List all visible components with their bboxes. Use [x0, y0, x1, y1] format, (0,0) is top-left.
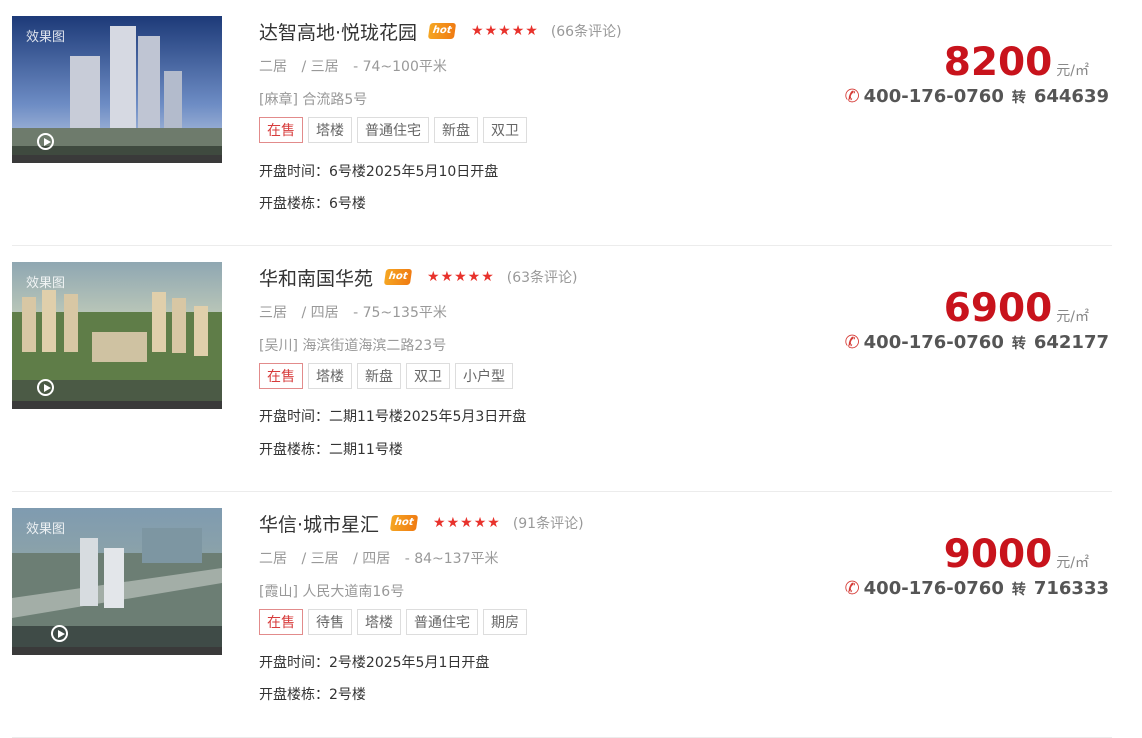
listing-card: 效果图 华和南国华苑 hot ★★★★★ (63条评论) 三居 / 四居 - 7… — [0, 246, 1142, 492]
address[interactable]: [吴川] 海滨街道海滨二路23号 — [259, 335, 446, 355]
phone-icon: ✆ — [844, 86, 860, 107]
review-count-link[interactable]: (63条评论) — [507, 267, 578, 287]
price-unit: 元/㎡ — [1056, 555, 1089, 571]
tag: 双卫 — [406, 363, 450, 389]
price-value: 6900 — [943, 286, 1053, 331]
tag-list: 在售 塔楼 普通住宅 新盘 双卫 — [259, 117, 527, 143]
listing-card: 效果图 华信·城市星汇 hot ★★★★★ (91条评论) 二居 / 三居 / … — [0, 492, 1142, 738]
tag: 普通住宅 — [357, 117, 429, 143]
image-watermark: 效果图 — [26, 30, 66, 45]
play-icon[interactable] — [37, 133, 54, 150]
phone-transfer-label: 转 — [1011, 89, 1026, 106]
phone-extension: 642177 — [1033, 332, 1109, 353]
tag: 新盘 — [434, 117, 478, 143]
tag: 普通住宅 — [406, 609, 478, 635]
title-row: 达智高地·悦珑花园 hot ★★★★★ (66条评论) — [259, 18, 622, 44]
listing-card: 效果图 达智高地·悦珑花园 hot ★★★★★ (66条评论) 二居 / 三居 … — [0, 0, 1142, 246]
phone-icon: ✆ — [844, 332, 860, 353]
tag: 塔楼 — [308, 363, 352, 389]
room-type[interactable]: / 四居 — [301, 305, 338, 321]
tag-on-sale: 在售 — [259, 363, 303, 389]
play-icon[interactable] — [37, 379, 54, 396]
listing-title[interactable]: 华信·城市星汇 — [259, 510, 379, 537]
listing-title[interactable]: 达智高地·悦珑花园 — [259, 18, 417, 45]
room-type[interactable]: 三居 — [259, 305, 287, 321]
tag: 待售 — [308, 609, 352, 635]
price-unit: 元/㎡ — [1056, 63, 1089, 79]
tag: 双卫 — [483, 117, 527, 143]
listing-thumbnail[interactable]: 效果图 — [12, 508, 222, 655]
tag-on-sale: 在售 — [259, 117, 303, 143]
address[interactable]: [麻章] 合流路5号 — [259, 89, 367, 109]
room-type[interactable]: 二居 — [259, 59, 287, 75]
tag: 新盘 — [357, 363, 401, 389]
tag: 塔楼 — [308, 117, 352, 143]
rating-stars: ★★★★★ — [433, 515, 501, 531]
phone-contact[interactable]: ✆ 400-176-0760 转 642177 — [845, 332, 1109, 353]
phone-contact[interactable]: ✆ 400-176-0760 转 716333 — [845, 578, 1109, 599]
thumbnail-bar — [12, 647, 222, 655]
tag: 期房 — [483, 609, 527, 635]
price-value: 9000 — [943, 532, 1053, 577]
phone-extension: 644639 — [1033, 86, 1109, 107]
open-building: 开盘楼栋：2号楼 — [259, 687, 366, 703]
area-range: - 75~135平米 — [353, 305, 447, 321]
price: 9000 元/㎡ — [944, 532, 1089, 577]
price: 6900 元/㎡ — [944, 286, 1089, 331]
play-icon[interactable] — [51, 625, 68, 642]
price-value: 8200 — [943, 40, 1053, 85]
hot-badge: hot — [427, 23, 457, 39]
tag-list: 在售 塔楼 新盘 双卫 小户型 — [259, 363, 513, 389]
title-row: 华信·城市星汇 hot ★★★★★ (91条评论) — [259, 510, 584, 536]
hot-badge: hot — [389, 515, 419, 531]
area-range: - 74~100平米 — [353, 59, 447, 75]
room-specs: 三居 / 四居 - 75~135平米 — [259, 302, 457, 322]
phone-icon: ✆ — [844, 578, 860, 599]
thumbnail-bar — [12, 155, 222, 163]
price-unit: 元/㎡ — [1056, 309, 1089, 325]
tag-list: 在售 待售 塔楼 普通住宅 期房 — [259, 609, 527, 635]
tag-on-sale: 在售 — [259, 609, 303, 635]
image-watermark: 效果图 — [26, 522, 66, 537]
open-time: 开盘时间：二期11号楼2025年5月3日开盘 — [259, 409, 527, 425]
tag: 塔楼 — [357, 609, 401, 635]
image-watermark: 效果图 — [26, 276, 66, 291]
review-count-link[interactable]: (91条评论) — [513, 513, 584, 533]
price: 8200 元/㎡ — [944, 40, 1089, 85]
room-type[interactable]: / 三居 — [301, 59, 338, 75]
tag: 小户型 — [455, 363, 513, 389]
open-building: 开盘楼栋：6号楼 — [259, 196, 366, 212]
phone-transfer-label: 转 — [1011, 335, 1026, 352]
thumbnail-bar — [12, 401, 222, 409]
room-type[interactable]: / 三居 — [301, 551, 338, 567]
room-specs: 二居 / 三居 - 74~100平米 — [259, 56, 457, 76]
phone-transfer-label: 转 — [1011, 581, 1026, 598]
title-row: 华和南国华苑 hot ★★★★★ (63条评论) — [259, 264, 578, 290]
phone-number: 400-176-0760 — [863, 578, 1004, 599]
room-type[interactable]: 二居 — [259, 551, 287, 567]
open-time: 开盘时间：2号楼2025年5月1日开盘 — [259, 655, 490, 671]
open-time: 开盘时间：6号楼2025年5月10日开盘 — [259, 164, 499, 180]
review-count-link[interactable]: (66条评论) — [551, 21, 622, 41]
area-range: - 84~137平米 — [404, 551, 499, 567]
phone-number: 400-176-0760 — [863, 332, 1004, 353]
hot-badge: hot — [383, 269, 413, 285]
listing-title[interactable]: 华和南国华苑 — [259, 264, 373, 291]
rating-stars: ★★★★★ — [471, 23, 539, 39]
rating-stars: ★★★★★ — [427, 269, 495, 285]
address[interactable]: [霞山] 人民大道南16号 — [259, 581, 404, 601]
room-type[interactable]: / 四居 — [353, 551, 390, 567]
phone-contact[interactable]: ✆ 400-176-0760 转 644639 — [845, 86, 1109, 107]
open-building: 开盘楼栋：二期11号楼 — [259, 442, 403, 458]
room-specs: 二居 / 三居 / 四居 - 84~137平米 — [259, 548, 508, 568]
phone-extension: 716333 — [1033, 578, 1109, 599]
listing-thumbnail[interactable]: 效果图 — [12, 16, 222, 163]
phone-number: 400-176-0760 — [863, 86, 1004, 107]
listing-thumbnail[interactable]: 效果图 — [12, 262, 222, 409]
